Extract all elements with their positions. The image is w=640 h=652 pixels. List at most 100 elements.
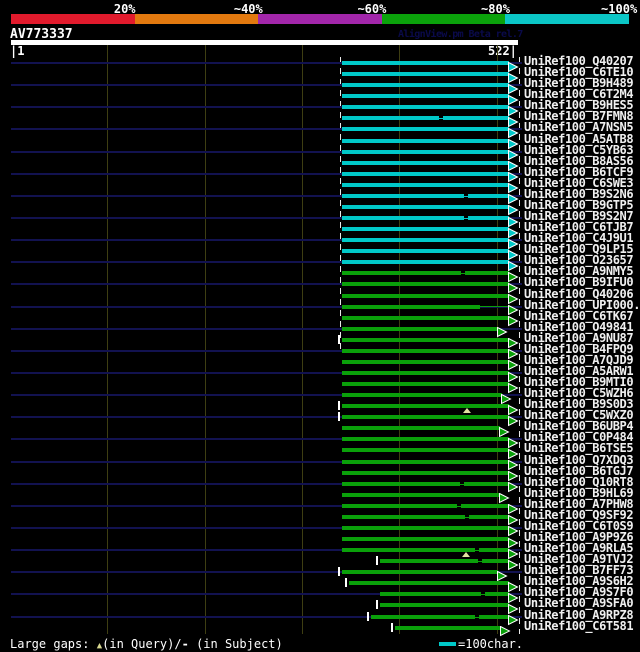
alignment-bar[interactable] bbox=[348, 581, 509, 586]
hit-arrowhead-icon[interactable] bbox=[508, 213, 519, 227]
hit-arrowhead-icon[interactable] bbox=[508, 578, 519, 593]
alignment-bar[interactable] bbox=[341, 105, 509, 110]
hit-arrowhead-icon[interactable] bbox=[508, 235, 519, 249]
hit-arrowhead-icon[interactable] bbox=[508, 600, 519, 615]
alignment-bar[interactable] bbox=[341, 459, 509, 464]
alignment-bar[interactable] bbox=[341, 238, 509, 243]
alignment-bar[interactable] bbox=[341, 514, 509, 519]
hit-arrowhead-icon[interactable] bbox=[508, 246, 519, 260]
alignment-bar[interactable] bbox=[341, 227, 509, 232]
hit-arrowhead-icon[interactable] bbox=[508, 201, 519, 216]
alignment-bar[interactable] bbox=[341, 326, 499, 331]
alignment-bar[interactable] bbox=[341, 503, 509, 508]
alignment-bar[interactable] bbox=[341, 94, 509, 99]
hit-arrowhead-icon[interactable] bbox=[508, 500, 519, 515]
hit-arrowhead-icon[interactable] bbox=[508, 279, 519, 294]
alignment-bar[interactable] bbox=[341, 492, 501, 497]
alignment-bar[interactable] bbox=[341, 415, 509, 420]
alignment-bar[interactable] bbox=[395, 625, 502, 630]
hit-label[interactable]: UniRef100_C6T581 bbox=[524, 620, 634, 632]
alignment-bar[interactable] bbox=[341, 470, 509, 475]
alignment-bar[interactable] bbox=[341, 138, 509, 143]
alignment-bar[interactable] bbox=[341, 315, 509, 320]
alignment-bar[interactable] bbox=[379, 559, 509, 564]
hit-arrowhead-icon[interactable] bbox=[508, 356, 519, 371]
hit-arrowhead-icon[interactable] bbox=[508, 522, 519, 537]
hit-arrowhead-icon[interactable] bbox=[508, 445, 519, 460]
alignment-bar[interactable] bbox=[341, 537, 509, 541]
alignment-bar[interactable] bbox=[341, 548, 509, 553]
alignment-bar[interactable] bbox=[341, 426, 501, 431]
alignment-bar[interactable] bbox=[341, 216, 509, 220]
hit-arrowhead-icon[interactable] bbox=[508, 478, 519, 493]
hit-arrowhead-icon[interactable] bbox=[508, 401, 519, 415]
hit-arrowhead-icon[interactable] bbox=[508, 368, 519, 382]
alignment-bar[interactable] bbox=[341, 359, 509, 364]
alignment-bar[interactable] bbox=[341, 61, 509, 65]
hit-arrowhead-icon[interactable] bbox=[508, 511, 519, 526]
hit-arrowhead-icon[interactable] bbox=[508, 589, 519, 604]
hit-arrowhead-icon[interactable] bbox=[497, 323, 508, 338]
alignment-bar[interactable] bbox=[341, 304, 481, 309]
alignment-bar[interactable] bbox=[379, 592, 509, 597]
alignment-bar[interactable] bbox=[341, 570, 499, 575]
hit-arrowhead-icon[interactable] bbox=[508, 379, 519, 393]
alignment-bar[interactable] bbox=[341, 249, 509, 254]
alignment-bar[interactable] bbox=[341, 393, 503, 398]
hit-arrowhead-icon[interactable] bbox=[508, 146, 519, 161]
alignment-bar[interactable] bbox=[341, 293, 509, 298]
hit-arrowhead-icon[interactable] bbox=[508, 168, 519, 183]
hit-arrowhead-icon[interactable] bbox=[501, 390, 512, 404]
hit-arrowhead-icon[interactable] bbox=[497, 567, 508, 581]
hit-arrowhead-icon[interactable] bbox=[508, 611, 519, 626]
alignment-bar[interactable] bbox=[341, 171, 509, 176]
alignment-bar[interactable] bbox=[371, 614, 509, 619]
alignment-bar[interactable] bbox=[341, 404, 509, 409]
alignment-bar[interactable] bbox=[341, 182, 509, 187]
alignment-bar[interactable] bbox=[341, 127, 509, 132]
hit-arrowhead-icon[interactable] bbox=[508, 301, 519, 316]
hit-arrowhead-icon[interactable] bbox=[508, 312, 519, 327]
hit-arrowhead-icon[interactable] bbox=[508, 412, 519, 426]
alignment-bar[interactable] bbox=[341, 337, 509, 342]
alignment-bar[interactable] bbox=[341, 149, 509, 154]
hit-arrowhead-icon[interactable] bbox=[508, 91, 519, 105]
alignment-bar[interactable] bbox=[341, 382, 509, 386]
hit-arrowhead-icon[interactable] bbox=[508, 345, 519, 360]
alignment-bar[interactable] bbox=[341, 160, 509, 165]
hit-arrowhead-icon[interactable] bbox=[508, 135, 519, 150]
hit-arrowhead-icon[interactable] bbox=[508, 190, 519, 205]
alignment-bar[interactable] bbox=[341, 282, 509, 287]
hit-arrowhead-icon[interactable] bbox=[508, 80, 519, 94]
hit-arrowhead-icon[interactable] bbox=[499, 423, 510, 438]
alignment-bar[interactable] bbox=[341, 371, 509, 375]
hit-arrowhead-icon[interactable] bbox=[508, 556, 519, 570]
hit-arrowhead-icon[interactable] bbox=[508, 534, 519, 548]
alignment-bar[interactable] bbox=[341, 72, 509, 77]
alignment-bar[interactable] bbox=[341, 83, 509, 88]
hit-arrowhead-icon[interactable] bbox=[508, 179, 519, 194]
hit-arrowhead-icon[interactable] bbox=[508, 456, 519, 471]
alignment-bar[interactable] bbox=[341, 437, 509, 442]
hit-arrowhead-icon[interactable] bbox=[508, 58, 519, 72]
hit-arrowhead-icon[interactable] bbox=[508, 545, 519, 559]
alignment-bar[interactable] bbox=[341, 204, 509, 209]
alignment-bar[interactable] bbox=[341, 448, 509, 453]
alignment-bar[interactable] bbox=[341, 525, 509, 530]
alignment-bar[interactable] bbox=[341, 348, 509, 353]
hit-arrowhead-icon[interactable] bbox=[508, 69, 519, 83]
hit-arrowhead-icon[interactable] bbox=[508, 467, 519, 482]
hit-arrowhead-icon[interactable] bbox=[508, 102, 519, 117]
hit-arrowhead-icon[interactable] bbox=[500, 622, 511, 637]
hit-arrowhead-icon[interactable] bbox=[508, 434, 519, 449]
alignment-bar[interactable] bbox=[379, 603, 509, 608]
hit-arrowhead-icon[interactable] bbox=[508, 113, 519, 128]
hit-arrowhead-icon[interactable] bbox=[499, 489, 510, 504]
hit-arrowhead-icon[interactable] bbox=[508, 334, 519, 349]
hit-arrowhead-icon[interactable] bbox=[508, 124, 519, 139]
alignment-bar[interactable] bbox=[341, 260, 509, 265]
hit-arrowhead-icon[interactable] bbox=[508, 290, 519, 305]
hit-arrowhead-icon[interactable] bbox=[508, 257, 519, 272]
alignment-bar[interactable] bbox=[341, 116, 509, 121]
alignment-bar[interactable] bbox=[341, 481, 509, 486]
